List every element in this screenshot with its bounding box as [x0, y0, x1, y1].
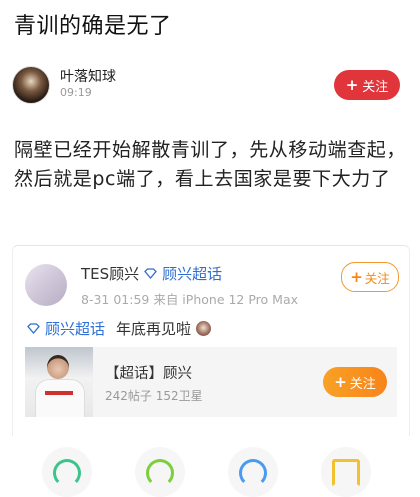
- author-name[interactable]: 叶落知球: [60, 66, 116, 86]
- author-avatar[interactable]: [12, 66, 50, 104]
- post-time: 09:19: [60, 86, 92, 99]
- follow-label: 关注: [349, 376, 376, 392]
- wechat-icon: [146, 459, 174, 487]
- share-button[interactable]: [42, 447, 92, 497]
- super-topic-box[interactable]: 【超话】顾兴 242帖子 152卫星 + 关注: [25, 347, 397, 417]
- super-topic-photo: [25, 347, 93, 417]
- card-topic-link[interactable]: 顾兴超话: [162, 263, 222, 284]
- card-text-topic-link[interactable]: 顾兴超话: [45, 318, 105, 339]
- favorite-button[interactable]: [321, 447, 371, 497]
- card-meta: 8-31 01:59 来自 iPhone 12 Pro Max: [81, 292, 299, 307]
- diamond-icon: [144, 268, 158, 279]
- post-content: 隔壁已经开始解散青训了，先从移动端查起，然后就是pc端了，看上去国家是要下大力了: [14, 139, 407, 190]
- super-topic-stats: 242帖子 152卫星: [105, 389, 203, 403]
- contact-button[interactable]: [228, 447, 278, 497]
- share-icon: [53, 459, 81, 487]
- plus-icon: +: [350, 267, 363, 286]
- card-text-row: 顾兴超话 年底再见啦: [27, 318, 212, 339]
- follow-super-topic-button[interactable]: + 关注: [323, 367, 387, 397]
- follow-author-button[interactable]: + 关注: [334, 70, 400, 100]
- card-user-avatar[interactable]: [25, 264, 67, 306]
- card-user-name[interactable]: TES顾兴: [81, 263, 139, 284]
- bottom-action-bar: [0, 445, 420, 497]
- follow-label: 关注: [364, 270, 390, 286]
- plus-icon: +: [345, 75, 359, 94]
- embedded-weibo-card[interactable]: TES顾兴 顾兴超话 8-31 01:59 来自 iPhone 12 Pro M…: [12, 245, 410, 436]
- wechat-button[interactable]: [135, 447, 185, 497]
- favorite-icon: [332, 459, 360, 487]
- plus-icon: +: [334, 372, 347, 391]
- author-row: 叶落知球 09:19 + 关注: [12, 64, 408, 108]
- card-name-row: TES顾兴 顾兴超话: [81, 263, 222, 284]
- card-text: 年底再见啦: [116, 320, 192, 338]
- post-title: 青训的确是无了: [14, 14, 172, 39]
- super-topic-title: 【超话】顾兴: [105, 366, 192, 382]
- diamond-icon: [27, 323, 40, 334]
- follow-card-user-button[interactable]: + 关注: [341, 262, 399, 292]
- contact-icon: [239, 459, 267, 487]
- emoji-icon: [196, 321, 212, 336]
- follow-label: 关注: [362, 79, 389, 95]
